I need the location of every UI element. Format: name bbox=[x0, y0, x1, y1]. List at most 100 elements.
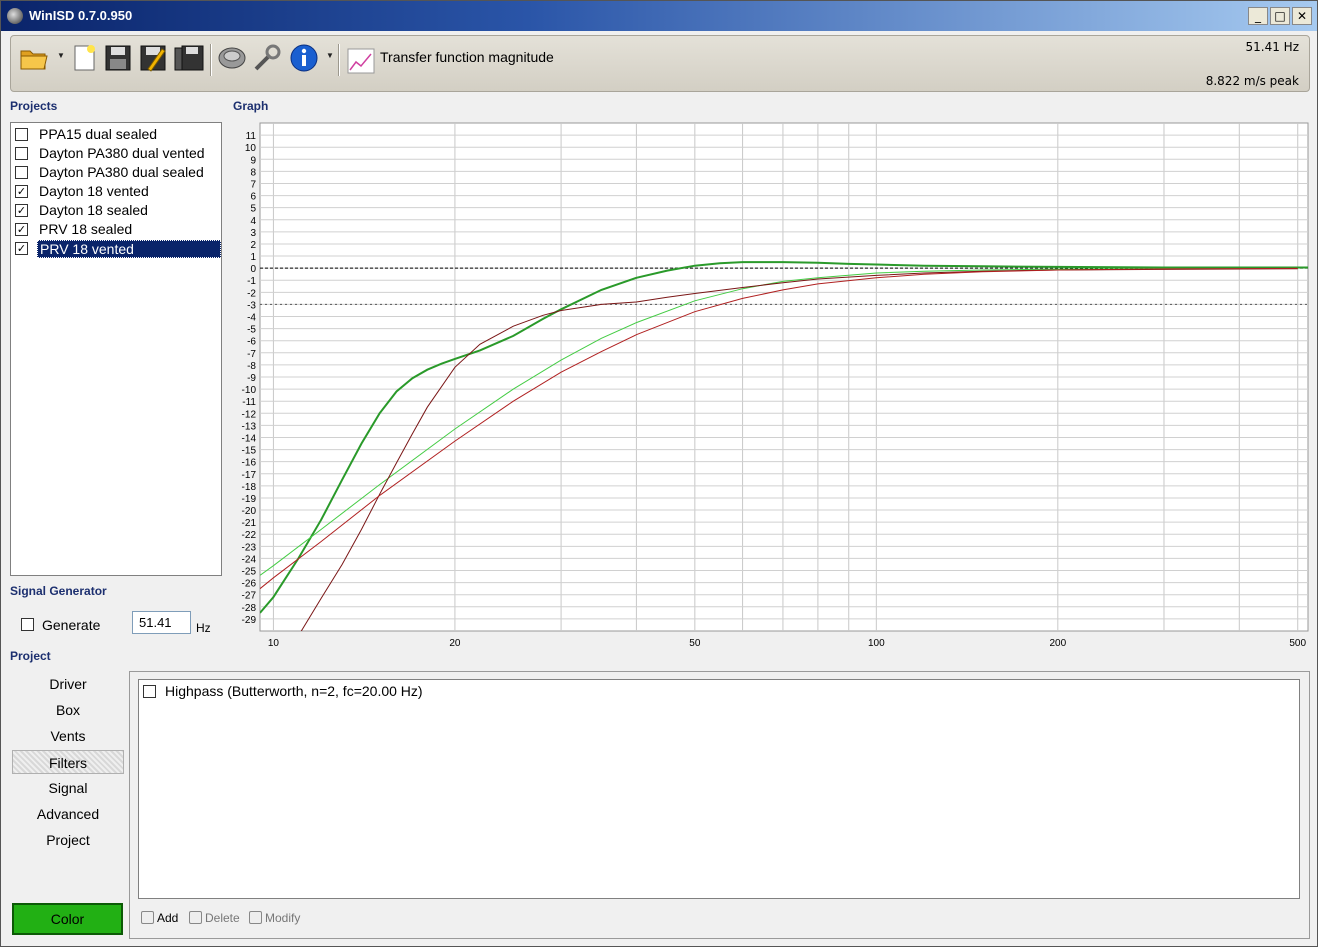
generate-checkbox[interactable] bbox=[21, 618, 34, 631]
project-label: Dayton 18 sealed bbox=[39, 202, 148, 218]
new-document-icon[interactable] bbox=[69, 43, 99, 73]
nav-item-driver[interactable]: Driver bbox=[12, 672, 124, 696]
info-dropdown-arrow[interactable]: ▼ bbox=[326, 51, 334, 60]
y-tick-label: 1 bbox=[250, 252, 256, 263]
add-filter-label: Add bbox=[157, 911, 179, 925]
save-all-icon[interactable] bbox=[174, 43, 204, 73]
app-icon bbox=[7, 8, 23, 24]
info-icon[interactable] bbox=[289, 43, 319, 73]
peak-readout: 8.822 m/s peak bbox=[1205, 74, 1299, 88]
project-checkbox[interactable]: ✓ bbox=[15, 242, 28, 255]
y-tick-label: -18 bbox=[242, 482, 257, 493]
filter-checkbox[interactable] bbox=[143, 685, 156, 698]
project-checkbox[interactable]: ✓ bbox=[15, 185, 28, 198]
window-title: WinISD 0.7.0.950 bbox=[29, 8, 133, 23]
x-tick-label: 20 bbox=[449, 638, 461, 649]
save-as-icon[interactable] bbox=[138, 43, 168, 73]
y-tick-label: -7 bbox=[247, 349, 256, 360]
x-tick-label: 10 bbox=[268, 638, 280, 649]
y-tick-label: -10 bbox=[242, 385, 257, 396]
project-item[interactable]: ✓ Dayton 18 vented bbox=[13, 182, 221, 201]
open-folder-icon[interactable] bbox=[19, 43, 49, 73]
y-tick-label: -6 bbox=[247, 337, 256, 348]
minimize-button[interactable]: _ bbox=[1248, 7, 1268, 25]
y-tick-label: -15 bbox=[242, 446, 257, 457]
y-tick-label: -16 bbox=[242, 458, 257, 469]
nav-item-filters[interactable]: Filters bbox=[12, 750, 124, 774]
graph-icon[interactable] bbox=[346, 46, 376, 76]
delete-filter-button[interactable]: Delete bbox=[189, 911, 240, 925]
modify-icon bbox=[249, 911, 262, 924]
maximize-button[interactable]: □ bbox=[1270, 7, 1290, 25]
generator-frequency-input[interactable] bbox=[132, 611, 191, 634]
graph-type-selector[interactable]: Transfer function magnitude bbox=[380, 49, 554, 65]
y-tick-label: -9 bbox=[247, 373, 256, 384]
color-button[interactable]: Color bbox=[12, 903, 123, 935]
y-tick-label: -24 bbox=[242, 554, 257, 565]
y-tick-label: 7 bbox=[250, 179, 256, 190]
modify-filter-label: Modify bbox=[265, 911, 301, 925]
project-label: PPA15 dual sealed bbox=[39, 126, 158, 142]
project-checkbox[interactable]: ✓ bbox=[15, 204, 28, 217]
x-tick-label: 500 bbox=[1289, 638, 1306, 649]
generator-frequency-unit: Hz bbox=[196, 621, 211, 635]
x-tick-label: 50 bbox=[689, 638, 701, 649]
filter-item[interactable]: Highpass (Butterworth, n=2, fc=20.00 Hz) bbox=[143, 683, 643, 701]
y-tick-label: -8 bbox=[247, 361, 256, 372]
y-tick-label: 6 bbox=[250, 192, 256, 203]
project-item[interactable]: PPA15 dual sealed bbox=[13, 125, 221, 144]
y-tick-label: -28 bbox=[242, 603, 257, 614]
y-tick-label: 8 bbox=[250, 167, 256, 178]
project-label: Dayton PA380 dual sealed bbox=[39, 164, 204, 180]
x-tick-label: 200 bbox=[1049, 638, 1066, 649]
close-button[interactable]: ✕ bbox=[1292, 7, 1312, 25]
y-tick-label: -14 bbox=[242, 433, 257, 444]
project-label: PRV 18 vented bbox=[37, 240, 221, 258]
y-tick-label: -3 bbox=[247, 300, 256, 311]
y-tick-label: -2 bbox=[247, 288, 256, 299]
graph-chart[interactable]: 11109876543210-1-2-3-4-5-6-7-8-9-10-11-1… bbox=[229, 119, 1313, 649]
driver-icon[interactable] bbox=[217, 43, 247, 73]
open-dropdown-arrow[interactable]: ▼ bbox=[57, 51, 65, 60]
y-tick-label: -22 bbox=[242, 530, 257, 541]
y-tick-label: -5 bbox=[247, 325, 256, 336]
project-checkbox[interactable]: ✓ bbox=[15, 223, 28, 236]
nav-item-box[interactable]: Box bbox=[12, 698, 124, 722]
add-filter-button[interactable]: Add bbox=[141, 911, 178, 925]
app-window: WinISD 0.7.0.950 _ □ ✕ ▼ ▼ Transfer func… bbox=[0, 0, 1318, 947]
y-tick-label: 4 bbox=[250, 216, 256, 227]
project-item[interactable]: ✓ PRV 18 vented bbox=[13, 239, 221, 258]
y-tick-label: -4 bbox=[247, 313, 256, 324]
y-tick-label: -1 bbox=[247, 276, 256, 287]
y-tick-label: -21 bbox=[242, 518, 257, 529]
nav-item-project[interactable]: Project bbox=[12, 828, 124, 852]
y-tick-label: -20 bbox=[242, 506, 257, 517]
project-item[interactable]: Dayton PA380 dual vented bbox=[13, 144, 221, 163]
y-tick-label: 2 bbox=[250, 240, 256, 251]
projects-list[interactable]: PPA15 dual sealed Dayton PA380 dual vent… bbox=[10, 122, 222, 576]
y-tick-label: 3 bbox=[250, 228, 256, 239]
project-checkbox[interactable] bbox=[15, 128, 28, 141]
project-checkbox[interactable] bbox=[15, 166, 28, 179]
modify-filter-button[interactable]: Modify bbox=[249, 911, 300, 925]
delete-icon bbox=[189, 911, 202, 924]
tools-icon[interactable] bbox=[252, 43, 282, 73]
frequency-readout: 51.41 Hz bbox=[1245, 40, 1300, 54]
project-item[interactable]: ✓ PRV 18 sealed bbox=[13, 220, 221, 239]
nav-item-advanced[interactable]: Advanced bbox=[12, 802, 124, 826]
save-icon[interactable] bbox=[103, 43, 133, 73]
projects-label: Projects bbox=[10, 99, 58, 113]
project-item[interactable]: Dayton PA380 dual sealed bbox=[13, 163, 221, 182]
filters-list[interactable]: Highpass (Butterworth, n=2, fc=20.00 Hz) bbox=[138, 679, 1300, 899]
project-checkbox[interactable] bbox=[15, 147, 28, 160]
project-section-label: Project bbox=[10, 649, 51, 663]
y-tick-label: -11 bbox=[242, 397, 256, 408]
y-tick-label: 10 bbox=[245, 143, 257, 154]
add-icon bbox=[141, 911, 154, 924]
nav-item-vents[interactable]: Vents bbox=[12, 724, 124, 748]
project-item[interactable]: ✓ Dayton 18 sealed bbox=[13, 201, 221, 220]
filters-panel: Highpass (Butterworth, n=2, fc=20.00 Hz)… bbox=[129, 671, 1310, 939]
project-label: PRV 18 sealed bbox=[39, 221, 133, 237]
nav-item-signal[interactable]: Signal bbox=[12, 776, 124, 800]
title-bar[interactable]: WinISD 0.7.0.950 _ □ ✕ bbox=[1, 1, 1317, 31]
